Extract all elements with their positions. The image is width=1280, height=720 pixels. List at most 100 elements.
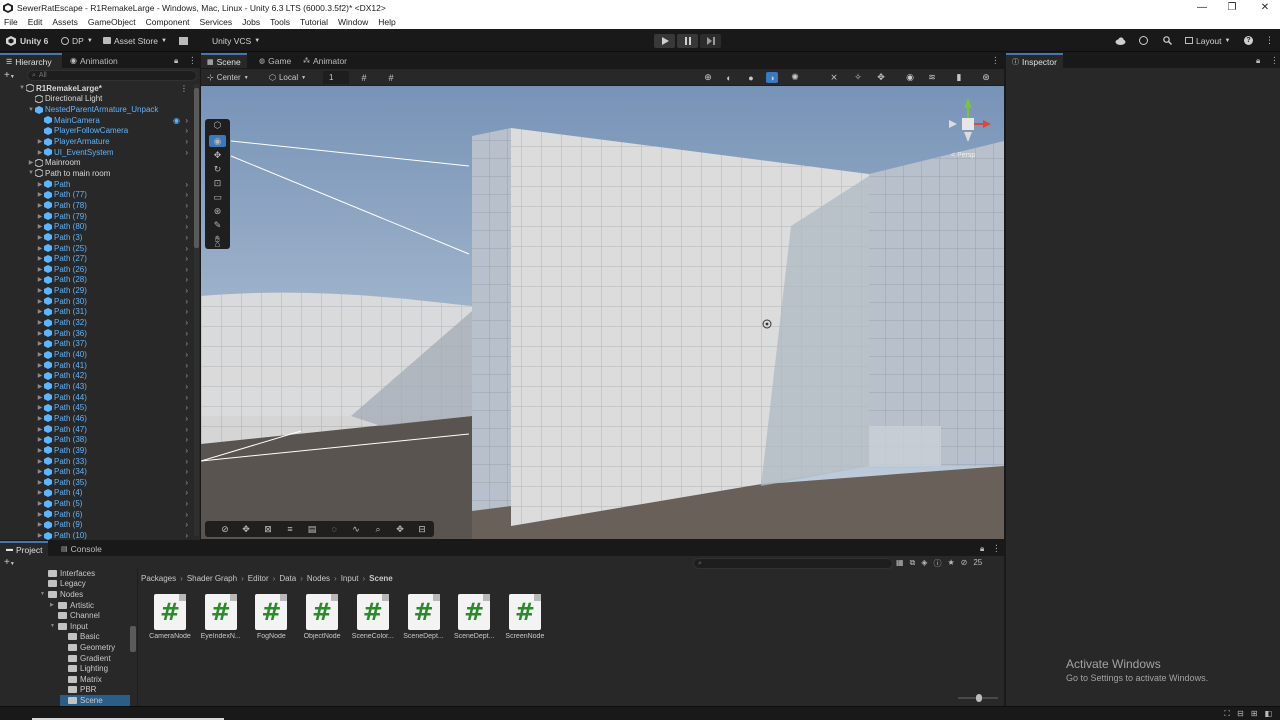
hierarchy-item[interactable]: ▶ Path (42) › xyxy=(0,371,200,382)
play-button[interactable] xyxy=(654,34,675,48)
overlay-button-10[interactable]: ⊟ xyxy=(414,523,430,535)
breadcrumb-item[interactable]: Data xyxy=(279,574,296,583)
hierarchy-item[interactable]: ▶ Path (35) › xyxy=(0,477,200,488)
scene-viewport[interactable]: < Persp xyxy=(201,86,1004,539)
info-icon[interactable]: ⓘ xyxy=(933,558,941,569)
open-prefab-chevron-icon[interactable]: › xyxy=(185,116,188,125)
project-folder-item[interactable]: ▼ Input xyxy=(50,621,88,632)
overlay-button-8[interactable]: ⌕ xyxy=(370,523,386,535)
hierarchy-item[interactable]: ▶ Path (9) › xyxy=(0,520,200,531)
collapsed-arrow-icon[interactable]: ▶ xyxy=(36,298,44,305)
overlay-button-6[interactable]: ◌ xyxy=(326,523,342,535)
layers-button[interactable]: ≋ xyxy=(926,72,938,83)
open-prefab-chevron-icon[interactable]: › xyxy=(185,307,188,316)
collapsed-arrow-icon[interactable]: ▶ xyxy=(36,500,44,507)
hierarchy-item[interactable]: ▶ Path (47) › xyxy=(0,424,200,435)
tab-scene[interactable]: ▦ Scene xyxy=(201,53,247,68)
hierarchy-item[interactable]: ▶ Path (32) › xyxy=(0,317,200,328)
open-prefab-chevron-icon[interactable]: › xyxy=(185,350,188,359)
debug-mode-icon[interactable]: ⛶ xyxy=(1224,709,1230,719)
open-prefab-chevron-icon[interactable]: › xyxy=(185,286,188,295)
breadcrumb-item[interactable]: Scene xyxy=(369,574,393,583)
rect-tool-button[interactable]: ▭ xyxy=(209,191,226,203)
collapsed-arrow-icon[interactable]: ▶ xyxy=(36,436,44,443)
overlay-button-7[interactable]: ∿ xyxy=(348,523,364,535)
expanded-arrow-icon[interactable]: ▼ xyxy=(18,85,26,91)
overlay-button-9[interactable]: ✥ xyxy=(392,523,408,535)
hierarchy-item[interactable]: ▶ Path (33) › xyxy=(0,456,200,467)
expanded-arrow-icon[interactable]: ▼ xyxy=(27,107,35,113)
collapsed-arrow-icon[interactable]: ▶ xyxy=(36,245,44,252)
open-prefab-chevron-icon[interactable]: › xyxy=(185,212,188,221)
fx-toggle-button[interactable]: ✧ xyxy=(852,72,864,83)
pause-button[interactable] xyxy=(677,34,698,48)
hierarchy-item[interactable]: ▶ Path (4) › xyxy=(0,488,200,499)
tab-animation[interactable]: ◉ Animation xyxy=(64,53,124,68)
hierarchy-item[interactable]: ▶ Path (44) › xyxy=(0,392,200,403)
menu-help[interactable]: Help xyxy=(378,17,395,27)
layout-dropdown[interactable]: Layout ▼ xyxy=(1185,33,1230,48)
hierarchy-item[interactable]: ▼ Path to main room xyxy=(0,168,200,179)
open-prefab-chevron-icon[interactable]: › xyxy=(185,233,188,242)
menu-window[interactable]: Window xyxy=(338,17,368,27)
tab-hierarchy[interactable]: ☰ Hierarchy xyxy=(0,53,62,68)
open-prefab-chevron-icon[interactable]: › xyxy=(185,201,188,210)
asset-script-item[interactable]: # CameraNode xyxy=(146,594,194,646)
project-folder-item[interactable]: Lighting xyxy=(60,663,108,674)
collapsed-arrow-icon[interactable]: ▶ xyxy=(36,372,44,379)
hierarchy-item[interactable]: ▶ Path (79) › xyxy=(0,211,200,222)
open-prefab-chevron-icon[interactable]: › xyxy=(185,244,188,253)
asset-script-item[interactable]: # ScreenNode xyxy=(501,594,549,646)
add-object-button[interactable]: +▼ xyxy=(4,70,15,81)
projection-label[interactable]: < Persp xyxy=(951,152,975,159)
open-prefab-chevron-icon[interactable]: › xyxy=(185,318,188,327)
hierarchy-item[interactable]: ▼ NestedParentArmature_Unpack xyxy=(0,104,200,115)
hierarchy-item[interactable]: ▶ Path (3) › xyxy=(0,232,200,243)
open-prefab-chevron-icon[interactable]: › xyxy=(185,339,188,348)
expanded-arrow-icon[interactable]: ▼ xyxy=(50,623,58,629)
menu-edit[interactable]: Edit xyxy=(28,17,43,27)
minimize-button[interactable]: — xyxy=(1187,0,1217,15)
open-prefab-chevron-icon[interactable]: › xyxy=(185,329,188,338)
project-folder-item[interactable]: Channel xyxy=(50,610,100,621)
unity-account-menu[interactable]: Unity 6 xyxy=(6,33,48,48)
account-dropdown[interactable]: DP ▼ xyxy=(61,33,93,48)
open-prefab-chevron-icon[interactable]: › xyxy=(185,446,188,455)
open-prefab-chevron-icon[interactable]: › xyxy=(185,478,188,487)
gizmo-orientation-button[interactable]: ⊕ xyxy=(702,72,714,83)
open-prefab-chevron-icon[interactable]: › xyxy=(185,425,188,434)
collapsed-arrow-icon[interactable]: ▶ xyxy=(36,138,44,145)
scene-menu-button[interactable]: ⋮ xyxy=(989,53,1002,68)
collapsed-arrow-icon[interactable]: ▶ xyxy=(36,319,44,326)
collapsed-arrow-icon[interactable]: ▶ xyxy=(36,255,44,262)
collapsed-arrow-icon[interactable]: ▶ xyxy=(36,447,44,454)
tab-animator[interactable]: ⁂ Animator xyxy=(297,53,353,68)
collapsed-arrow-icon[interactable]: ▶ xyxy=(36,351,44,358)
project-tree-scrollbar[interactable] xyxy=(130,626,136,652)
breadcrumb-item[interactable]: Shader Graph xyxy=(187,574,237,583)
overlay-button-3[interactable]: ⊠ xyxy=(260,523,276,535)
hierarchy-search-input[interactable]: ⌕ All xyxy=(27,70,197,81)
hierarchy-item[interactable]: ▶ Path (26) › xyxy=(0,264,200,275)
project-folder-item[interactable]: ▼ Nodes xyxy=(40,589,83,600)
project-folder-item[interactable]: Basic xyxy=(60,632,100,643)
open-prefab-chevron-icon[interactable]: › xyxy=(185,190,188,199)
move-tool-button[interactable]: ✥ xyxy=(209,149,226,161)
open-prefab-chevron-icon[interactable]: › xyxy=(185,222,188,231)
project-folder-item[interactable]: Gradient xyxy=(60,653,111,664)
menu-tutorial[interactable]: Tutorial xyxy=(300,17,328,27)
hierarchy-item[interactable]: ▶ Path (36) › xyxy=(0,328,200,339)
camera-settings-button[interactable]: ▮ xyxy=(953,72,965,83)
rotate-tool-button[interactable]: ↻ xyxy=(209,163,226,175)
project-folder-item[interactable]: Interfaces xyxy=(40,568,95,579)
package-manager-button[interactable] xyxy=(179,33,188,48)
collapsed-arrow-icon[interactable]: ▶ xyxy=(36,415,44,422)
close-button[interactable]: ✕ xyxy=(1250,0,1280,15)
hierarchy-lock-button[interactable]: 🔒︎ xyxy=(172,53,180,68)
breadcrumb-item[interactable]: Editor xyxy=(248,574,269,583)
camera-visibility-icon[interactable]: ◉ xyxy=(173,116,180,125)
step-button[interactable] xyxy=(700,34,721,48)
hierarchy-item[interactable]: MainCamera › ◉ xyxy=(0,115,200,126)
scale-tool-button[interactable]: ⊡ xyxy=(209,177,226,189)
tools-overlay-button[interactable]: ✥ xyxy=(875,72,887,83)
